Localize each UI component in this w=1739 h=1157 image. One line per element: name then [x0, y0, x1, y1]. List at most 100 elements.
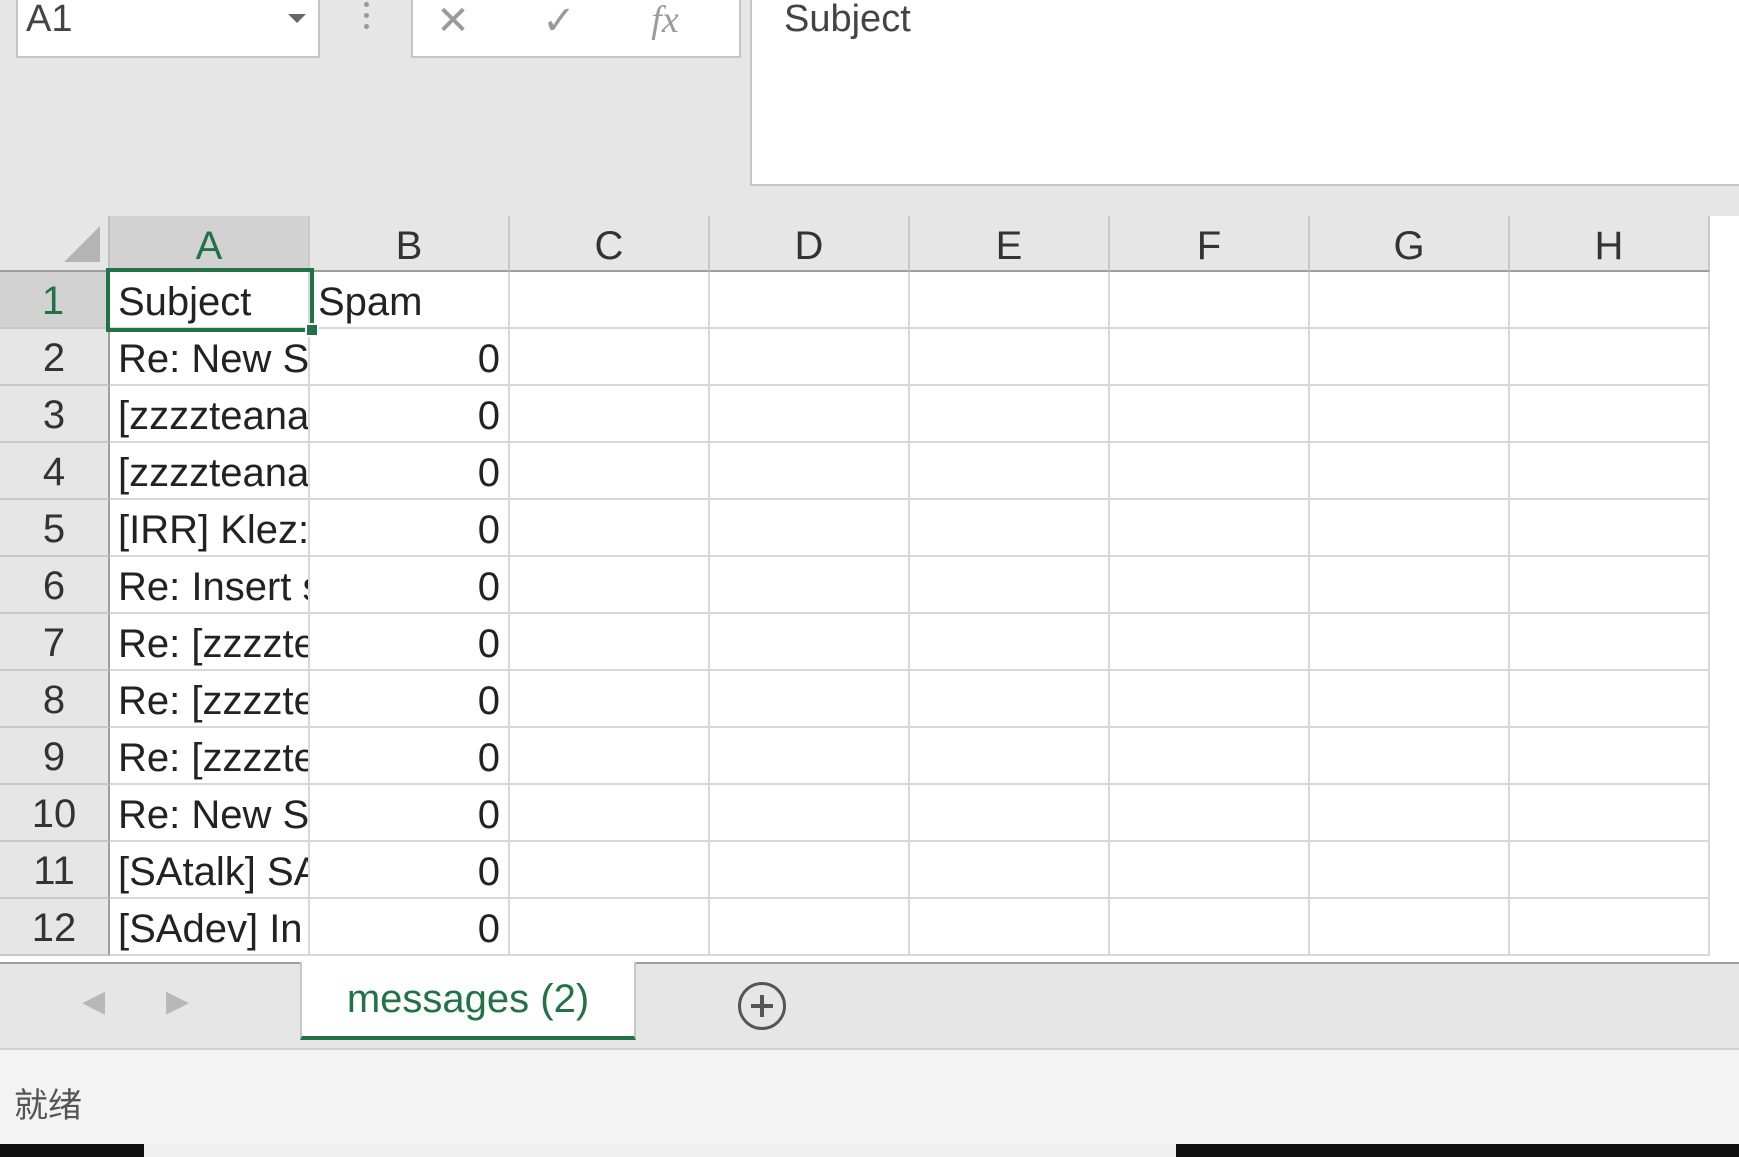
row-header[interactable]: 6: [0, 557, 110, 614]
cell-e11[interactable]: [910, 842, 1110, 899]
cell-b12[interactable]: 0: [310, 899, 510, 956]
cell-d7[interactable]: [710, 614, 910, 671]
cell-b3[interactable]: 0: [310, 386, 510, 443]
cell-a10[interactable]: Re: New S: [110, 785, 310, 842]
cell-f1[interactable]: [1110, 272, 1310, 329]
cell-h5[interactable]: [1510, 500, 1710, 557]
cell-g2[interactable]: [1310, 329, 1510, 386]
cell-d11[interactable]: [710, 842, 910, 899]
cell-c10[interactable]: [510, 785, 710, 842]
cell-c3[interactable]: [510, 386, 710, 443]
cell-g1[interactable]: [1310, 272, 1510, 329]
cell-f9[interactable]: [1110, 728, 1310, 785]
row-header[interactable]: 7: [0, 614, 110, 671]
cell-c11[interactable]: [510, 842, 710, 899]
cell-h12[interactable]: [1510, 899, 1710, 956]
cell-e5[interactable]: [910, 500, 1110, 557]
cell-d8[interactable]: [710, 671, 910, 728]
column-header-d[interactable]: D: [710, 216, 910, 272]
row-header[interactable]: 9: [0, 728, 110, 785]
cancel-icon[interactable]: ✕: [423, 0, 483, 44]
cell-b4[interactable]: 0: [310, 443, 510, 500]
column-header-f[interactable]: F: [1110, 216, 1310, 272]
row-header[interactable]: 8: [0, 671, 110, 728]
cell-a12[interactable]: [SAdev] In: [110, 899, 310, 956]
worksheet-grid[interactable]: ABCDEFGH 1 Subject Spam 2 Re: New S 0 3 [zzzzte…: [0, 216, 1739, 962]
cell-h8[interactable]: [1510, 671, 1710, 728]
row-header[interactable]: 1: [0, 272, 110, 329]
cell-d12[interactable]: [710, 899, 910, 956]
cell-f10[interactable]: [1110, 785, 1310, 842]
cell-g9[interactable]: [1310, 728, 1510, 785]
tab-scroll-left-icon[interactable]: ◀: [82, 984, 105, 1019]
cell-h6[interactable]: [1510, 557, 1710, 614]
cell-f12[interactable]: [1110, 899, 1310, 956]
cell-d1[interactable]: [710, 272, 910, 329]
cell-b10[interactable]: 0: [310, 785, 510, 842]
cell-b6[interactable]: 0: [310, 557, 510, 614]
cell-a5[interactable]: [IRR] Klez:: [110, 500, 310, 557]
cell-b8[interactable]: 0: [310, 671, 510, 728]
cell-b1[interactable]: Spam: [310, 272, 510, 329]
row-header[interactable]: 10: [0, 785, 110, 842]
formula-input[interactable]: Subject: [750, 0, 1739, 186]
cell-h3[interactable]: [1510, 386, 1710, 443]
cell-e1[interactable]: [910, 272, 1110, 329]
row-header[interactable]: 4: [0, 443, 110, 500]
cell-d6[interactable]: [710, 557, 910, 614]
column-header-c[interactable]: C: [510, 216, 710, 272]
cell-g11[interactable]: [1310, 842, 1510, 899]
cell-b5[interactable]: 0: [310, 500, 510, 557]
cell-c5[interactable]: [510, 500, 710, 557]
row-header[interactable]: 5: [0, 500, 110, 557]
cell-h9[interactable]: [1510, 728, 1710, 785]
cell-e6[interactable]: [910, 557, 1110, 614]
cell-a6[interactable]: Re: Insert s: [110, 557, 310, 614]
row-header[interactable]: 11: [0, 842, 110, 899]
cell-b7[interactable]: 0: [310, 614, 510, 671]
cell-e4[interactable]: [910, 443, 1110, 500]
column-header-e[interactable]: E: [910, 216, 1110, 272]
cell-g10[interactable]: [1310, 785, 1510, 842]
cell-d9[interactable]: [710, 728, 910, 785]
cell-d5[interactable]: [710, 500, 910, 557]
cell-e8[interactable]: [910, 671, 1110, 728]
cell-g5[interactable]: [1310, 500, 1510, 557]
formula-bar-grip-icon[interactable]: [362, 2, 370, 36]
cell-f11[interactable]: [1110, 842, 1310, 899]
column-header-g[interactable]: G: [1310, 216, 1510, 272]
add-sheet-icon[interactable]: [738, 982, 786, 1030]
cell-c6[interactable]: [510, 557, 710, 614]
sheet-tab-messages[interactable]: messages (2): [300, 962, 636, 1040]
cell-f2[interactable]: [1110, 329, 1310, 386]
cell-h2[interactable]: [1510, 329, 1710, 386]
cell-f4[interactable]: [1110, 443, 1310, 500]
cell-g12[interactable]: [1310, 899, 1510, 956]
cell-e12[interactable]: [910, 899, 1110, 956]
cell-a7[interactable]: Re: [zzzzte: [110, 614, 310, 671]
cell-a3[interactable]: [zzzzteana: [110, 386, 310, 443]
row-header[interactable]: 2: [0, 329, 110, 386]
cell-f8[interactable]: [1110, 671, 1310, 728]
tab-scroll-right-icon[interactable]: ▶: [166, 984, 189, 1019]
cell-d10[interactable]: [710, 785, 910, 842]
column-header-h[interactable]: H: [1510, 216, 1710, 272]
cell-c12[interactable]: [510, 899, 710, 956]
cell-b11[interactable]: 0: [310, 842, 510, 899]
name-box[interactable]: A1: [16, 0, 320, 58]
cell-h10[interactable]: [1510, 785, 1710, 842]
cell-c7[interactable]: [510, 614, 710, 671]
cell-c1[interactable]: [510, 272, 710, 329]
row-header[interactable]: 12: [0, 899, 110, 956]
cell-d4[interactable]: [710, 443, 910, 500]
cell-c4[interactable]: [510, 443, 710, 500]
chevron-down-icon[interactable]: [288, 14, 306, 23]
cell-a1[interactable]: Subject: [110, 272, 310, 329]
cell-g3[interactable]: [1310, 386, 1510, 443]
select-all-button[interactable]: [0, 216, 110, 272]
cell-a4[interactable]: [zzzzteana: [110, 443, 310, 500]
cell-e3[interactable]: [910, 386, 1110, 443]
cell-f5[interactable]: [1110, 500, 1310, 557]
cell-g6[interactable]: [1310, 557, 1510, 614]
cell-g8[interactable]: [1310, 671, 1510, 728]
